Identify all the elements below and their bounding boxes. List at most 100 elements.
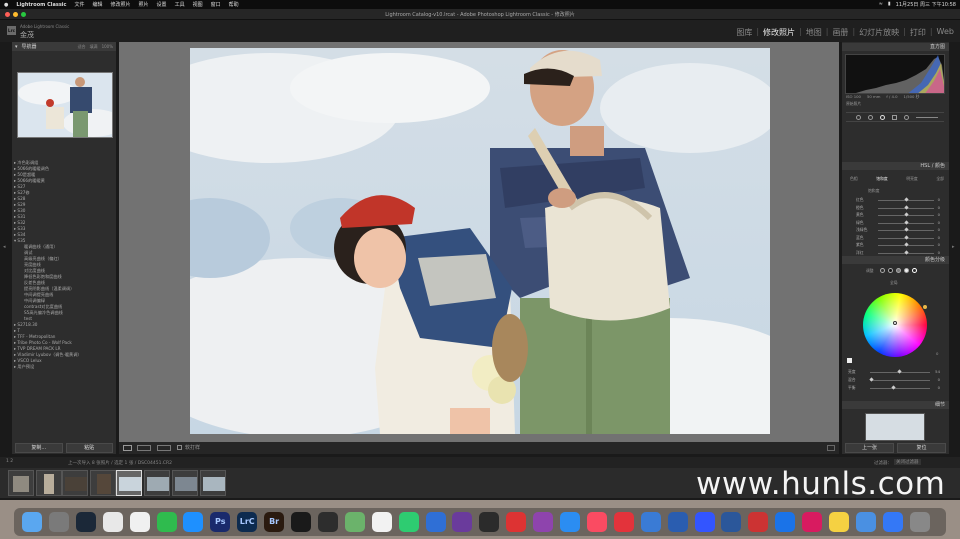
paste-settings-button[interactable]: 粘贴: [65, 443, 113, 453]
dock-icon-weibo[interactable]: [613, 512, 634, 532]
dock-icon-safari[interactable]: [183, 512, 204, 532]
hsl-header[interactable]: HSL / 颜色: [842, 162, 949, 170]
slider-value[interactable]: 54: [935, 369, 940, 374]
highlights-icon[interactable]: [904, 268, 909, 273]
filmstrip-thumb[interactable]: [200, 470, 226, 496]
wheel-edge-handle[interactable]: [923, 305, 927, 309]
slider-value[interactable]: 0: [938, 227, 940, 232]
detail-header[interactable]: 细节: [842, 401, 949, 409]
battery-icon[interactable]: ▮: [888, 1, 891, 8]
dock-icon-maps[interactable]: [344, 512, 365, 532]
filter-select[interactable]: 关闭过滤器: [894, 459, 921, 465]
menu-item-window[interactable]: 窗口: [211, 1, 221, 8]
redeye-icon[interactable]: [880, 115, 885, 120]
filmstrip-source[interactable]: 上一次导入 8 张照片 / 选定 1 张 / DSC04451.CR2: [68, 460, 172, 466]
dock-icon-testflight[interactable]: [775, 512, 796, 532]
hsl-slider-row[interactable]: 紫色 0: [848, 242, 944, 248]
color-wheel[interactable]: [863, 293, 927, 357]
menu-item-view[interactable]: 视图: [193, 1, 203, 8]
clock-text[interactable]: 11月25日 周三 下午10:58: [896, 1, 956, 8]
previous-button[interactable]: 上一张: [845, 443, 894, 453]
menu-item-develop[interactable]: 修改照片: [111, 1, 131, 8]
hsl-slider-row[interactable]: 洋红 0: [848, 250, 944, 256]
shadows-icon[interactable]: [888, 268, 893, 273]
dock-icon-files[interactable]: [882, 512, 903, 532]
color-swatch[interactable]: [847, 358, 852, 363]
slider-track[interactable]: [870, 380, 930, 381]
histogram-header[interactable]: 直方图: [842, 43, 949, 51]
nav-100-option[interactable]: 100%: [102, 44, 113, 50]
dock-icon-aperture[interactable]: [317, 512, 338, 532]
slider-value[interactable]: 0: [938, 377, 940, 382]
grade-slider-row[interactable]: 平衡 0: [848, 385, 944, 391]
hsl-slider-row[interactable]: 绿色 0: [848, 220, 944, 226]
crop-tool-icon[interactable]: [856, 115, 861, 120]
menu-item-file[interactable]: 文件: [74, 1, 84, 8]
dock-icon-word[interactable]: [721, 512, 742, 532]
slider-value[interactable]: 0: [938, 242, 940, 247]
dock-icon-steam[interactable]: [75, 512, 96, 532]
nav-fill-option[interactable]: 填满: [90, 44, 98, 50]
before-after-icon[interactable]: [137, 445, 151, 451]
hsl-slider-row[interactable]: 蓝色 0: [848, 235, 944, 241]
dock-icon-qq[interactable]: [129, 512, 150, 532]
dock-icon-lrc[interactable]: LrC: [237, 512, 258, 532]
filmstrip-thumb[interactable]: [172, 470, 198, 496]
left-panel-toggle-icon[interactable]: ◂: [3, 244, 6, 250]
dock-icon-quicktime[interactable]: [479, 512, 500, 532]
hsl-slider-row[interactable]: 红色 0: [848, 197, 944, 203]
detail-preview[interactable]: [865, 413, 925, 441]
dock-icon-transmit[interactable]: [667, 512, 688, 532]
dock-icon-mail[interactable]: [855, 512, 876, 532]
menu-item-help[interactable]: 帮助: [229, 1, 239, 8]
radial-filter-icon[interactable]: [904, 115, 909, 120]
slider-track[interactable]: [870, 388, 930, 389]
filmstrip-thumb[interactable]: [62, 470, 88, 496]
dock-icon-cloud[interactable]: [640, 512, 661, 532]
slider-value[interactable]: 0: [938, 197, 940, 202]
filmstrip-thumb[interactable]: [8, 470, 34, 496]
navigator-header[interactable]: ▾ 导航器 适合 填满 100%: [12, 42, 116, 51]
dock-icon-br[interactable]: Br: [264, 512, 285, 532]
module-map[interactable]: 地图: [806, 27, 822, 38]
screen-toggles[interactable]: 1 2: [6, 459, 13, 464]
preset-group[interactable]: ▸ 用户预设: [14, 364, 114, 370]
hsl-tab-luminance[interactable]: 明亮度: [906, 176, 917, 182]
menu-item-settings[interactable]: 设置: [157, 1, 167, 8]
softproof-checkbox[interactable]: [177, 445, 182, 450]
brush-tool-icon[interactable]: [916, 117, 938, 118]
toolbar-menu-icon[interactable]: [827, 445, 835, 451]
global-icon[interactable]: [912, 268, 917, 273]
copy-settings-button[interactable]: 复制...: [15, 443, 63, 453]
midtones-icon[interactable]: [896, 268, 901, 273]
dock-icon-netease[interactable]: [506, 512, 527, 532]
grade-slider-row[interactable]: 亮度 54: [848, 369, 944, 375]
filmstrip-thumb-selected[interactable]: [116, 470, 142, 496]
dock-icon-final-cut[interactable]: [452, 512, 473, 532]
dock-icon-launchpad[interactable]: [48, 512, 69, 532]
dock-icon-notes[interactable]: [829, 512, 849, 532]
dock-icon-facetime[interactable]: [398, 512, 419, 532]
dock-icon-app-store[interactable]: [560, 512, 580, 532]
wifi-icon[interactable]: ≈: [879, 1, 883, 8]
hsl-slider-row[interactable]: 橙色 0: [848, 205, 944, 211]
slider-value[interactable]: 0: [938, 235, 940, 240]
module-web[interactable]: Web: [937, 27, 954, 38]
compare-view-icon[interactable]: [157, 445, 171, 451]
color-grading-header[interactable]: 颜色分级: [842, 256, 949, 264]
reset-button[interactable]: 复位: [897, 443, 946, 453]
dock-icon-creative-cloud[interactable]: [802, 512, 823, 532]
slider-value[interactable]: 0: [938, 385, 940, 390]
collapse-triangle-icon[interactable]: ▾: [15, 44, 18, 50]
hsl-tab-all[interactable]: 全部: [936, 176, 944, 182]
menubar-app-name[interactable]: Lightroom Classic: [16, 2, 66, 8]
slider-value[interactable]: 0: [938, 205, 940, 210]
menu-item-tools[interactable]: 工具: [175, 1, 185, 8]
navigator-preview[interactable]: [17, 72, 113, 138]
apple-icon[interactable]: ●: [4, 2, 8, 8]
histogram[interactable]: [845, 54, 945, 94]
filmstrip-thumb[interactable]: [36, 470, 62, 496]
slider-value[interactable]: 0: [938, 250, 940, 255]
filmstrip-thumb[interactable]: [90, 470, 116, 496]
grade-slider-row[interactable]: 混合 0: [848, 377, 944, 383]
